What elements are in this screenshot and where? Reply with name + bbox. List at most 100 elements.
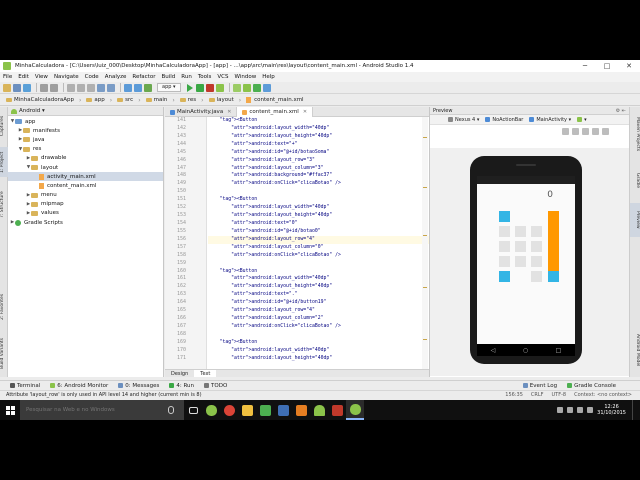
tree-item-activity-main-xml[interactable]: activity_main.xml [8,172,163,182]
taskbar-search[interactable] [20,400,184,420]
debug-icon[interactable] [195,83,204,92]
code-line[interactable]: "attr">android:text="." [208,291,429,299]
code-line[interactable]: "attr">android:onClick="clicaBotao" /> [208,180,429,188]
network-icon[interactable] [567,407,574,413]
tab-content-main-xml[interactable]: content_main.xml ✕ [237,107,314,117]
tree-item-app[interactable]: ▼ app [8,117,163,126]
menu-navigate[interactable]: Navigate [54,74,79,80]
recents-nav-icon[interactable]: □ [556,347,562,354]
code-line[interactable] [208,188,429,196]
clock[interactable]: 12:26 31/10/2015 [597,404,626,416]
calc-key[interactable] [515,256,526,267]
android-studio-taskbar-icon[interactable] [202,400,220,420]
code-line[interactable] [208,260,429,268]
keyboard-icon[interactable] [587,407,594,413]
make-project-icon[interactable] [144,83,152,92]
refresh-icon[interactable] [602,127,609,135]
zoom-actual-icon[interactable] [572,127,579,135]
help-icon[interactable] [262,83,271,92]
task-view-icon[interactable] [184,400,202,420]
menu-edit[interactable]: Edit [18,74,29,80]
tree-item-menu[interactable]: ▶ menu [8,191,163,200]
tool-gradle-console[interactable]: Gradle Console [567,383,616,389]
minimize-icon[interactable]: ─ [574,60,596,72]
code-line[interactable]: "attr">android:layout_height="40dp" [208,133,429,141]
menu-help[interactable]: Help [262,74,275,80]
breadcrumb-item[interactable]: res [177,96,199,104]
calc-key-operator-column[interactable] [548,211,559,278]
microphone-icon[interactable] [168,406,174,414]
start-button[interactable] [0,400,20,420]
tab-preview[interactable]: Preview [630,203,640,237]
copy-icon[interactable] [77,83,85,92]
code-line[interactable]: "attr">android:layout_row="3" [208,157,429,165]
tool-android-monitor[interactable]: 6: Android Monitor [50,383,108,389]
menu-view[interactable]: View [35,74,48,80]
attach-debugger-icon[interactable] [215,83,224,92]
menu-run[interactable]: Run [181,74,192,80]
panel-settings-icon[interactable]: ⚙ ⇤ [616,107,626,115]
warning-marker[interactable] [423,339,427,340]
menu-analyze[interactable]: Analyze [105,74,127,80]
caret-position[interactable]: 156:35 [505,391,523,400]
file-encoding[interactable]: UTF-8 [552,391,567,400]
calc-key[interactable] [531,226,542,237]
replace-icon[interactable] [107,83,115,92]
error-stripe[interactable] [422,117,428,369]
menu-vcs[interactable]: VCS [217,74,228,80]
gmail-icon[interactable] [292,400,310,420]
open-folder-icon[interactable] [3,83,11,92]
close-tab-icon[interactable]: ✕ [303,109,307,115]
activity-selector[interactable]: MainActivity ▾ [529,117,571,123]
tool-run[interactable]: 4: Run [169,383,194,389]
tree-item-java[interactable]: ▶ java [8,135,163,144]
code-line[interactable]: "attr">android:id="@+id/button19" [208,299,429,307]
calc-key-zero[interactable] [499,271,510,282]
warning-marker[interactable] [423,137,427,138]
code-line[interactable]: "attr">android:layout_height="40dp" [208,283,429,291]
file-explorer-icon[interactable] [238,400,256,420]
close-tab-icon[interactable]: ✕ [227,109,231,115]
tab-favorites[interactable]: 2: Favorites [0,287,8,327]
warning-marker[interactable] [423,235,427,236]
tab-design[interactable]: Design [165,370,194,377]
warning-marker[interactable] [423,287,427,288]
tree-item-gradle-scripts[interactable]: ▶ Gradle Scripts [8,218,163,227]
code-line[interactable] [208,331,429,339]
android-device-monitor-icon[interactable] [252,83,261,92]
code-line[interactable]: "attr">android:layout_width="40dp" [208,204,429,212]
tool-todo[interactable]: TODO [204,383,227,389]
tree-item-res[interactable]: ▼ res [8,145,163,154]
line-separator[interactable]: CRLF [531,391,544,400]
paste-icon[interactable] [87,83,95,92]
calc-key[interactable] [515,226,526,237]
tab-text[interactable]: Text [194,370,217,377]
menu-window[interactable]: Window [235,74,257,80]
zoom-to-fit-icon[interactable] [562,127,569,135]
code-line[interactable]: "attr">android:background="#ffac37" [208,172,429,180]
code-line[interactable]: "attr">android:layout_width="40dp" [208,347,429,355]
chevron-up-icon[interactable] [557,407,564,413]
run-config-select[interactable]: app ▾ [157,83,181,92]
menu-tools[interactable]: Tools [198,74,212,80]
code-line[interactable]: "attr">android:text="+" [208,141,429,149]
calc-key[interactable] [499,211,510,222]
home-nav-icon[interactable]: ○ [523,347,528,354]
breadcrumb-item[interactable]: app [83,96,107,104]
calc-key[interactable] [499,241,510,252]
tab-project[interactable]: 1: Project [0,147,8,177]
code-line[interactable]: "attr">android:layout_row="4" [208,307,429,315]
tool-terminal[interactable]: Terminal [10,383,40,389]
calc-key-decimal[interactable] [531,271,542,282]
menu-file[interactable]: File [3,74,12,80]
project-view-selector[interactable]: Android ▾ [11,108,45,114]
tool-event-log[interactable]: Event Log [522,383,557,389]
android-studio-active-icon[interactable] [346,400,364,420]
tab-mainactivity-java[interactable]: MainActivity.java ✕ [165,107,238,117]
code-line[interactable]: "attr">android:onClick="clicaBotao" /> [208,252,429,260]
zoom-out-icon[interactable] [592,127,599,135]
tool-messages[interactable]: 0: Messages [118,383,159,389]
code-line[interactable]: "attr">android:layout_row="4" [208,235,429,244]
cut-icon[interactable] [67,83,75,92]
run-icon[interactable] [186,83,193,92]
